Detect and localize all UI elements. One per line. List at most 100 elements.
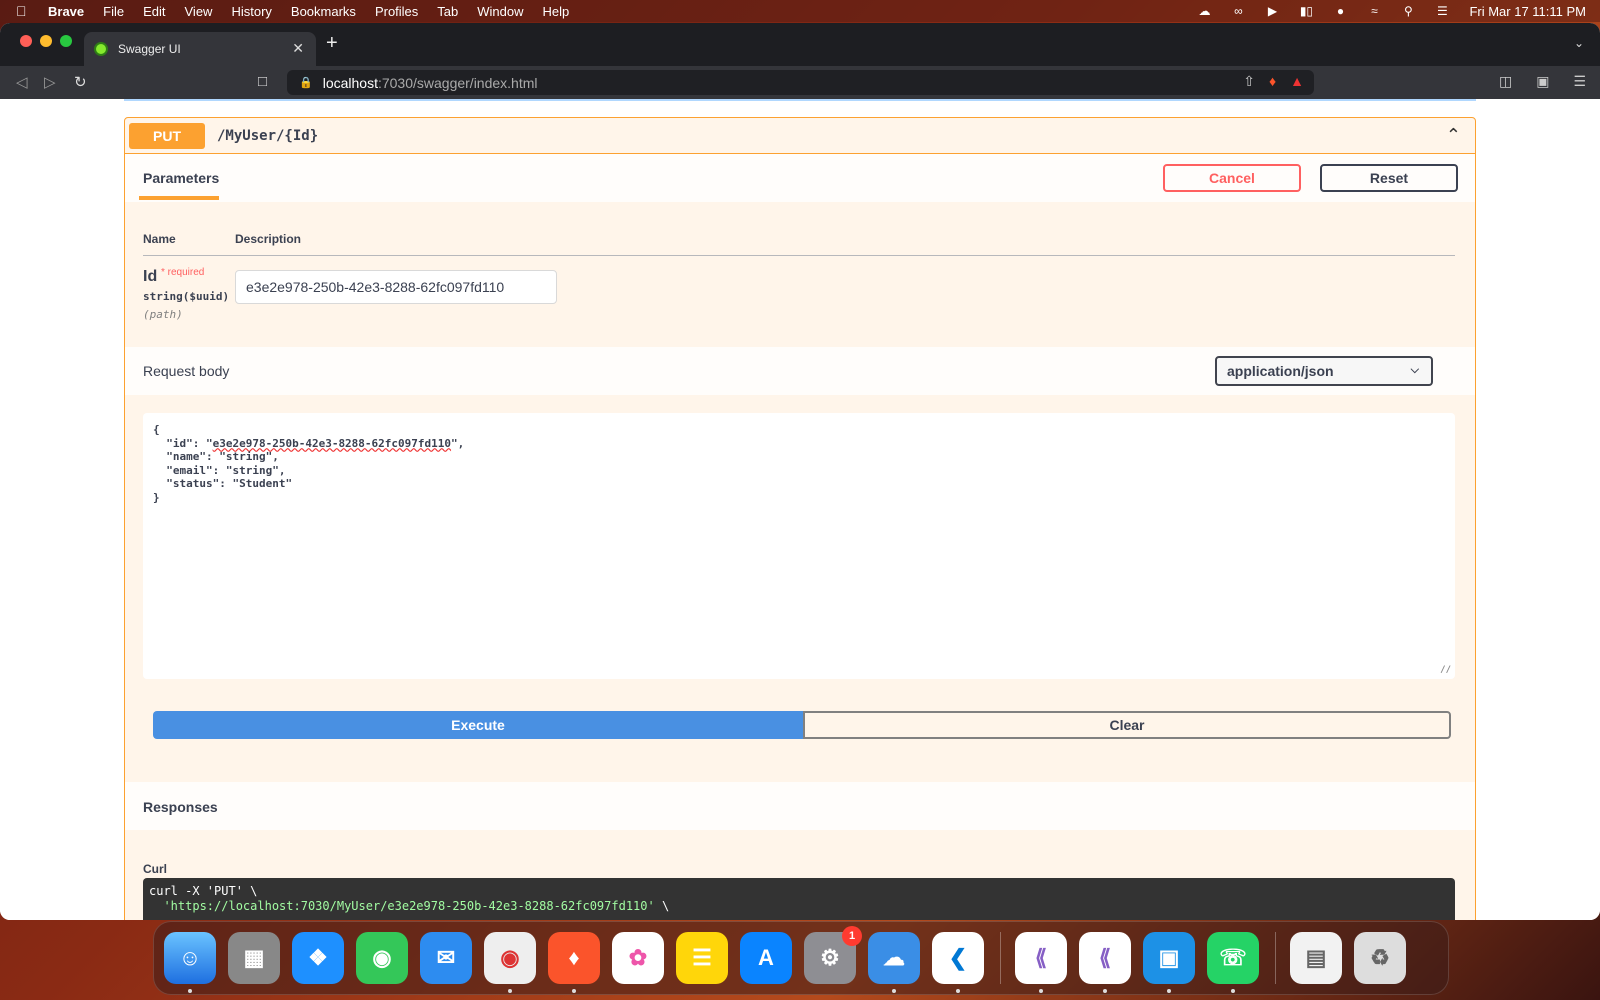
visual-studio-icon[interactable]: ⟪ — [1015, 932, 1067, 993]
responses-header: Responses — [125, 782, 1475, 830]
creative-cloud-icon[interactable]: ☁ — [1195, 4, 1213, 18]
new-tab-icon[interactable]: + — [326, 32, 338, 55]
play-icon[interactable]: ▶ — [1263, 4, 1281, 18]
bookmark-icon[interactable]: □ — [258, 73, 267, 90]
system-preferences-icon[interactable]: ⚙ 1 — [804, 926, 862, 984]
azure-data-studio-icon[interactable]: ☁ — [868, 932, 920, 993]
tab-title: Swagger UI — [118, 42, 181, 56]
share-icon[interactable]: ⇧ — [1243, 73, 1255, 90]
cc-icon[interactable]: ∞ — [1229, 4, 1247, 18]
control-center-icon[interactable]: ☰ — [1433, 4, 1451, 18]
menu-bookmarks[interactable]: Bookmarks — [291, 4, 356, 19]
menu-help[interactable]: Help — [543, 4, 570, 19]
operation-path: /MyUser/{Id} — [217, 127, 319, 144]
execute-button[interactable]: Execute — [153, 711, 803, 739]
docker-icon[interactable]: ▣ — [1143, 932, 1195, 993]
tab-swagger[interactable]: Swagger UI ✕ — [84, 32, 316, 66]
request-body-editor[interactable]: { "id": "e3e2e978-250b-42e3-8288-62fc097… — [143, 413, 1455, 679]
vscode-icon[interactable]: ❮ — [932, 932, 984, 993]
request-body-title: Request body — [143, 363, 230, 379]
request-body-section: { "id": "e3e2e978-250b-42e3-8288-62fc097… — [125, 395, 1475, 739]
url-path: :7030/swagger/index.html — [377, 74, 538, 91]
address-bar-actions: ⇧ ♦ ▲ — [1229, 73, 1304, 90]
brave-icon[interactable]: ♦ — [548, 932, 600, 993]
operation-summary[interactable]: PUT /MyUser/{Id} ⌃ — [125, 118, 1475, 154]
swagger-page: PUT /MyUser/{Id} ⌃ Parameters Cancel Res… — [0, 99, 1600, 920]
battery-icon[interactable]: ▮▯ — [1297, 4, 1315, 18]
whatsapp-icon[interactable]: ☏ — [1207, 932, 1259, 993]
window-controls — [20, 35, 80, 47]
notification-badge: 1 — [842, 926, 862, 946]
method-badge: PUT — [129, 122, 205, 149]
curl-line-1: curl -X 'PUT' \ — [149, 884, 258, 898]
brave-rewards-icon[interactable]: ▲ — [1290, 73, 1304, 90]
swagger-favicon-icon — [94, 42, 108, 56]
tab-list-chevron-icon[interactable]: ⌄ — [1574, 36, 1584, 50]
forward-icon[interactable]: ▷ — [44, 73, 56, 91]
id-input[interactable] — [235, 270, 557, 304]
finder-icon[interactable]: ☺ — [164, 932, 216, 993]
sidebar-icon[interactable]: ◫ — [1499, 73, 1512, 90]
menu-icon[interactable]: ☰ — [1573, 73, 1586, 90]
reload-icon[interactable]: ↻ — [74, 73, 87, 91]
app-store-icon[interactable]: A — [740, 932, 792, 984]
toolbar-right: ◫ ▣ ☰ — [1475, 73, 1586, 90]
url-host: localhost — [322, 74, 378, 91]
tab-underline — [139, 196, 219, 200]
close-window-button[interactable] — [20, 35, 32, 47]
menu-edit[interactable]: Edit — [143, 4, 165, 19]
tab-parameters[interactable]: Parameters — [143, 170, 219, 186]
spotlight-search-icon[interactable]: ⚲ — [1399, 4, 1417, 18]
chevron-down-icon: ⌵ — [1410, 364, 1419, 376]
resize-grip-icon[interactable]: ∕∕ — [1440, 664, 1451, 678]
wifi-icon[interactable]: ≈ — [1365, 4, 1383, 18]
curl-command[interactable]: curl -X 'PUT' \ 'https://localhost:7030/… — [143, 878, 1455, 920]
safari-icon[interactable]: ❖ — [292, 932, 344, 984]
cancel-button[interactable]: Cancel — [1163, 164, 1301, 192]
messages-icon[interactable]: ◉ — [356, 932, 408, 984]
menu-view[interactable]: View — [185, 4, 213, 19]
lock-icon: 🔒 — [299, 77, 313, 89]
visual-studio-preview-icon[interactable]: ⟪ — [1079, 932, 1131, 993]
photos-icon[interactable]: ✿ — [612, 932, 664, 984]
status-area: ☁ ∞ ▶ ▮▯ ● ≈ ⚲ ☰ Fri Mar 17 11:11 PM — [1179, 0, 1586, 22]
back-icon[interactable]: ◁ — [16, 73, 28, 91]
body-line-0: { — [153, 423, 160, 436]
previous-opblock-edge — [124, 99, 1476, 101]
curl-url: 'https://localhost:7030/MyUser/e3e2e978-… — [149, 899, 655, 913]
body-id-value: e3e2e978-250b-42e3-8288-62fc097fd110 — [212, 436, 452, 450]
notes-icon[interactable]: ☰ — [676, 932, 728, 984]
menu-file[interactable]: File — [103, 4, 124, 19]
collapse-chevron-icon[interactable]: ⌃ — [1446, 125, 1461, 146]
menu-tab[interactable]: Tab — [437, 4, 458, 19]
tab-bar: Swagger UI ✕ + ⌄ — [0, 23, 1600, 66]
zoom-window-button[interactable] — [60, 35, 72, 47]
menubar-clock[interactable]: Fri Mar 17 11:11 PM — [1469, 4, 1586, 19]
menubar:  Brave File Edit View History Bookmarks… — [0, 0, 1600, 22]
reset-button[interactable]: Reset — [1320, 164, 1458, 192]
menu-history[interactable]: History — [231, 4, 271, 19]
brave-shields-icon[interactable]: ♦ — [1269, 73, 1276, 90]
minimize-window-button[interactable] — [40, 35, 52, 47]
user-icon[interactable]: ● — [1331, 4, 1349, 18]
trash-icon[interactable]: ♻ — [1354, 932, 1406, 984]
chrome-icon[interactable]: ◉ — [484, 932, 536, 993]
required-label: * required — [161, 267, 205, 278]
clear-button[interactable]: Clear — [803, 711, 1451, 739]
menu-window[interactable]: Window — [477, 4, 523, 19]
apple-menu-icon[interactable]:  — [16, 3, 34, 19]
wallet-icon[interactable]: ▣ — [1536, 73, 1549, 90]
menu-profiles[interactable]: Profiles — [375, 4, 418, 19]
body-line-1-suffix: ", — [451, 436, 465, 450]
menu-app-name[interactable]: Brave — [48, 4, 84, 19]
close-tab-icon[interactable]: ✕ — [292, 40, 304, 57]
parameters-table: Name Description Id * required string($u… — [125, 202, 1475, 347]
col-name: Name — [143, 232, 176, 246]
address-bar[interactable]: 🔒 localhost :7030/swagger/index.html ⇧ ♦… — [287, 70, 1314, 95]
content-type-select[interactable]: application/json ⌵ — [1215, 356, 1433, 386]
col-description: Description — [235, 232, 302, 246]
mail-icon[interactable]: ✉ — [420, 932, 472, 984]
launchpad-icon[interactable]: ▦ — [228, 932, 280, 984]
document-icon[interactable]: ▤ — [1290, 932, 1342, 984]
curl-line-2-tail: \ — [654, 899, 670, 913]
